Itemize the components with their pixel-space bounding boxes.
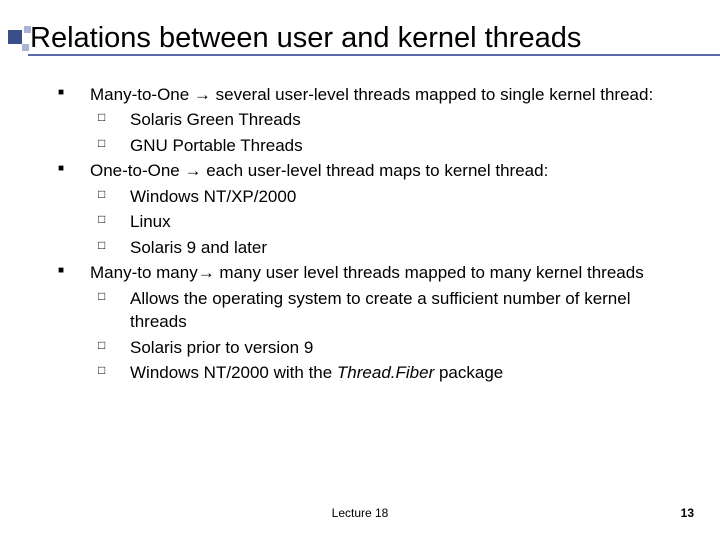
page-number: 13 (681, 506, 694, 520)
bullet-l2: Windows NT/XP/2000 (46, 185, 690, 208)
bullet-l1: Many-to-One → several user-level threads… (46, 83, 690, 106)
bullet-l2: Allows the operating system to create a … (46, 287, 690, 334)
bullet-text: Windows NT/2000 with the (130, 363, 337, 382)
bullet-text: package (434, 363, 503, 382)
bullet-l2: Windows NT/2000 with the Thread.Fiber pa… (46, 361, 690, 384)
bullet-l2: GNU Portable Threads (46, 134, 690, 157)
slide-body: Many-to-One → several user-level threads… (46, 83, 690, 384)
slide: Relations between user and kernel thread… (0, 0, 720, 540)
bullet-l2: Solaris 9 and later (46, 236, 690, 259)
bullet-l2: Linux (46, 210, 690, 233)
bullet-text-italic: Thread.Fiber (337, 363, 434, 382)
bullet-l2: Solaris Green Threads (46, 108, 690, 131)
bullet-l1: Many-to many→ many user level threads ma… (46, 261, 690, 284)
bullet-l2: Solaris prior to version 9 (46, 336, 690, 359)
slide-title: Relations between user and kernel thread… (30, 22, 690, 55)
accent-square-icon (8, 30, 22, 44)
accent-square-icon (22, 44, 29, 51)
footer-text: Lecture 18 (0, 506, 720, 520)
bullet-l1: One-to-One → each user-level thread maps… (46, 159, 690, 182)
